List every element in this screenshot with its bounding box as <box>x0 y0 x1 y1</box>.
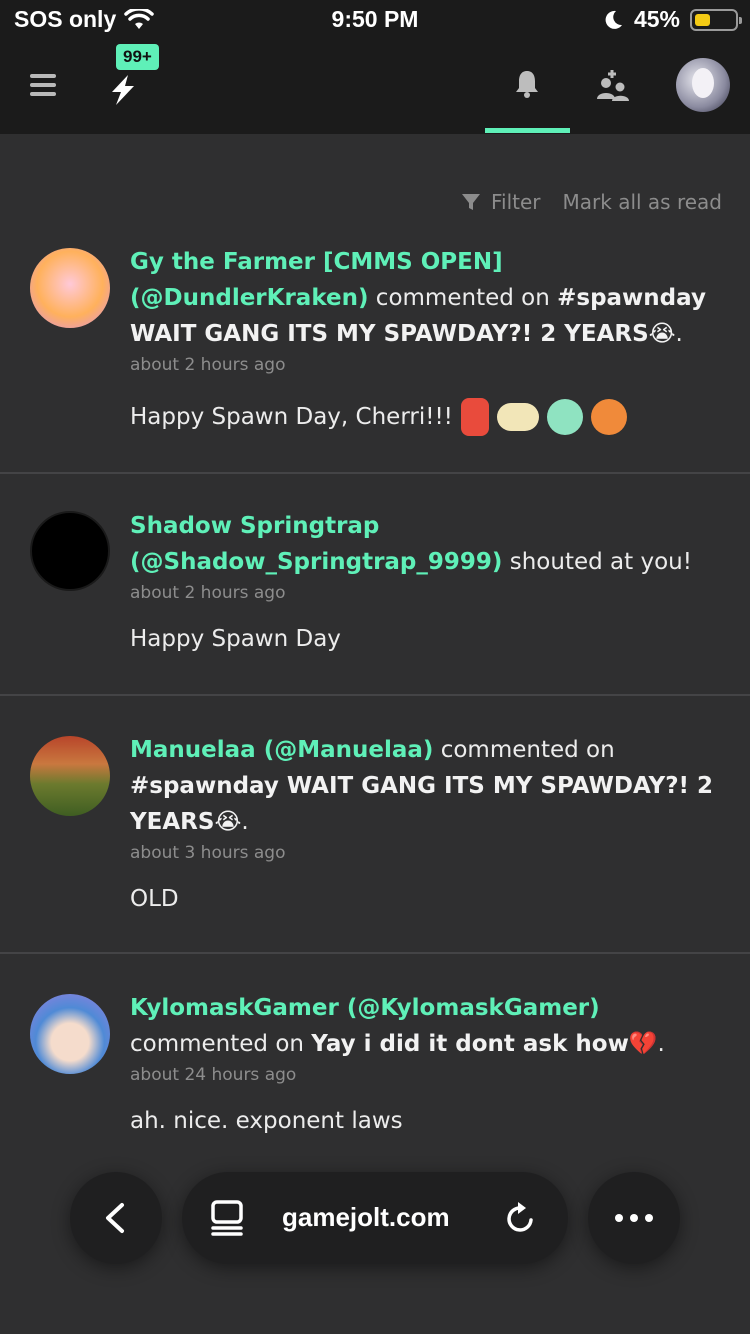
avatar[interactable] <box>30 511 110 591</box>
sticker-icon <box>496 403 539 431</box>
reload-icon[interactable] <box>504 1200 538 1236</box>
activity-bolt-icon[interactable] <box>108 74 138 106</box>
notification-action: shouted at you! <box>502 549 692 575</box>
notification-action: commented on <box>130 1031 312 1057</box>
notification-time: about 24 hours ago <box>130 1065 297 1085</box>
tabs-icon <box>211 1200 243 1236</box>
notification-user[interactable]: KylomaskGamer (@KylomaskGamer) <box>130 995 600 1021</box>
notification-message: OLD <box>130 886 179 912</box>
notification-item[interactable]: Shadow Springtrap (@Shadow_Springtrap_99… <box>0 474 750 696</box>
notification-action: commented on <box>433 737 615 763</box>
sticker-icon <box>460 398 489 436</box>
notification-suffix: . <box>675 321 683 347</box>
filter-button[interactable]: Filter <box>461 190 541 214</box>
notification-time: about 2 hours ago <box>130 583 286 603</box>
notification-message: ah. nice. exponent laws <box>130 1108 403 1134</box>
notification-message: Happy Spawn Day, Cherri!!! <box>130 404 453 430</box>
notification-actions: Filter Mark all as read <box>461 190 722 214</box>
notification-user[interactable]: Shadow Springtrap (@Shadow_Springtrap_99… <box>130 513 502 575</box>
menu-icon[interactable] <box>30 74 56 96</box>
filter-label: Filter <box>490 190 541 214</box>
friends-icon[interactable] <box>596 69 630 103</box>
notification-user[interactable]: Manuelaa (@Manuelaa) <box>130 737 433 763</box>
more-button[interactable] <box>588 1172 680 1264</box>
sticker-icon <box>590 399 627 435</box>
activity-count-badge: 99+ <box>116 44 159 70</box>
bell-icon[interactable] <box>513 69 541 99</box>
top-nav: 99+ <box>0 44 750 134</box>
notification-time: about 2 hours ago <box>130 355 286 375</box>
back-button[interactable] <box>70 1172 162 1264</box>
notification-suffix: . <box>657 1031 665 1057</box>
moon-icon <box>605 10 622 29</box>
address-bar[interactable]: gamejolt.com <box>182 1172 568 1264</box>
filter-icon <box>461 194 480 210</box>
user-avatar[interactable] <box>676 58 730 112</box>
url-text: gamejolt.com <box>282 1202 450 1232</box>
active-tab-indicator <box>485 128 570 133</box>
avatar[interactable] <box>30 994 110 1074</box>
status-bar: SOS only 9:50 PM 45% <box>0 0 750 44</box>
notification-target[interactable]: #spawnday WAIT GANG ITS MY SPAWDAY?! 2 Y… <box>130 773 713 835</box>
notification-item[interactable]: Gy the Farmer [CMMS OPEN] (@DundlerKrake… <box>0 232 750 474</box>
battery-icon <box>690 8 742 31</box>
avatar[interactable] <box>30 248 110 328</box>
chevron-left-icon <box>106 1203 124 1233</box>
notification-target[interactable]: Yay i did it dont ask how💔 <box>311 1031 657 1057</box>
notification-item[interactable]: Manuelaa (@Manuelaa) commented on #spawn… <box>0 696 750 954</box>
notification-suffix: . <box>241 809 249 835</box>
battery-percent: 45% <box>633 6 680 32</box>
mark-all-read-button[interactable]: Mark all as read <box>563 190 722 214</box>
notification-message: Happy Spawn Day <box>130 626 341 652</box>
notification-item[interactable]: KylomaskGamer (@KylomaskGamer) commented… <box>0 954 750 1184</box>
avatar[interactable] <box>30 736 110 816</box>
notification-action: commented on <box>368 285 558 311</box>
sticker-icon <box>546 399 583 435</box>
more-dots-icon <box>615 1214 653 1222</box>
notification-time: about 3 hours ago <box>130 843 286 863</box>
